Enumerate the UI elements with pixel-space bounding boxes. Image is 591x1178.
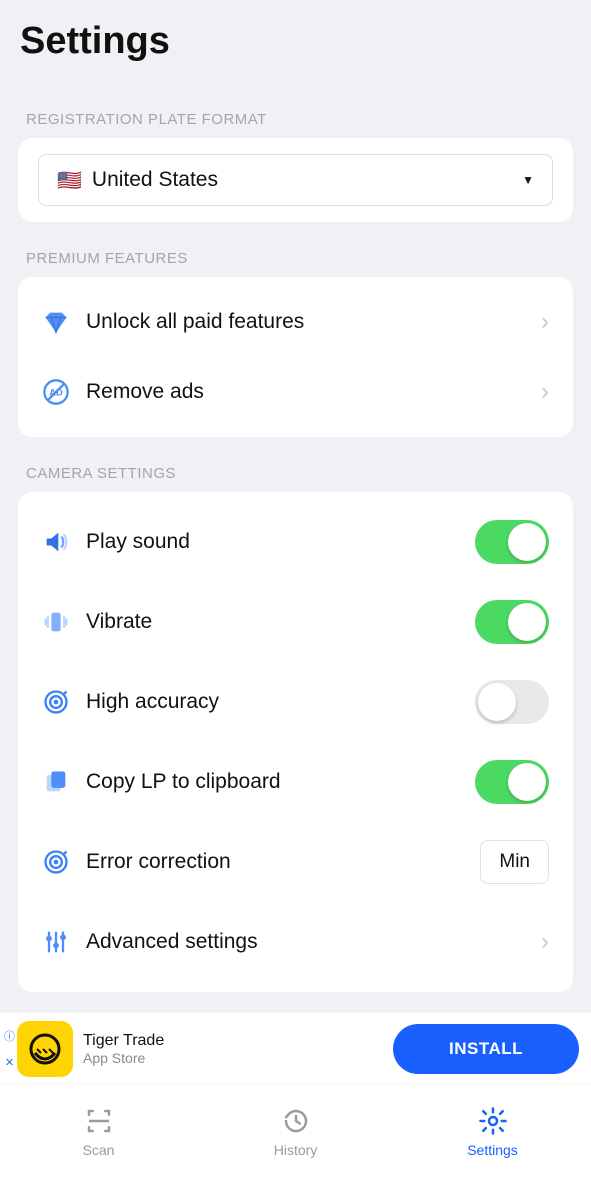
plate-format-select[interactable]: 🇺🇸 United States ▼ [38, 154, 553, 206]
row-advanced-settings[interactable]: Advanced settings › [18, 902, 573, 982]
flag-icon: 🇺🇸 [57, 168, 82, 193]
row-label: Vibrate [86, 610, 475, 634]
chevron-right-icon: › [541, 928, 549, 956]
chevron-right-icon: › [541, 378, 549, 406]
page-header: Settings [0, 0, 591, 83]
row-copy-clipboard: Copy LP to clipboard [18, 742, 573, 822]
ad-banner[interactable]: ⓘ ✕ Tiger Trade App Store INSTALL [0, 1012, 591, 1084]
sound-icon [42, 528, 86, 556]
section-label-premium: PREMIUM FEATURES [0, 222, 591, 277]
toggle-play-sound[interactable] [475, 520, 549, 564]
tab-settings[interactable]: Settings [394, 1106, 591, 1158]
scan-icon [84, 1106, 114, 1136]
dropdown-caret-icon: ▼ [522, 173, 534, 187]
plate-format-value: United States [92, 168, 218, 192]
premium-card: Unlock all paid features › AD Remove ads… [18, 277, 573, 437]
row-label: Remove ads [86, 380, 541, 404]
toggle-high-accuracy[interactable] [475, 680, 549, 724]
row-high-accuracy: High accuracy [18, 662, 573, 742]
sliders-icon [42, 928, 86, 956]
row-unlock-features[interactable]: Unlock all paid features › [18, 287, 573, 357]
diamond-icon [42, 308, 86, 336]
row-label: Play sound [86, 530, 475, 554]
plate-format-card: 🇺🇸 United States ▼ [18, 138, 573, 222]
tab-label: Scan [83, 1142, 115, 1158]
row-label: High accuracy [86, 690, 475, 714]
target-icon [42, 848, 86, 876]
history-icon [281, 1106, 311, 1136]
toggle-copy-clipboard[interactable] [475, 760, 549, 804]
row-error-correction: Error correction Min [18, 822, 573, 902]
tab-label: History [274, 1142, 318, 1158]
no-ads-icon: AD [42, 378, 86, 406]
row-label: Error correction [86, 850, 480, 874]
tab-label: Settings [467, 1142, 518, 1158]
ad-app-icon [17, 1021, 73, 1077]
row-remove-ads[interactable]: AD Remove ads › [18, 357, 573, 427]
row-vibrate: Vibrate [18, 582, 573, 662]
row-label: Unlock all paid features [86, 310, 541, 334]
camera-card: Play sound Vibrate High accuracy [18, 492, 573, 992]
error-correction-value[interactable]: Min [480, 840, 549, 884]
vibrate-icon [42, 608, 86, 636]
ad-app-source: App Store [83, 1050, 164, 1066]
row-label: Advanced settings [86, 930, 541, 954]
gear-icon [478, 1106, 508, 1136]
target-icon [42, 688, 86, 716]
tab-scan[interactable]: Scan [0, 1106, 197, 1158]
install-button[interactable]: INSTALL [393, 1024, 579, 1074]
row-play-sound: Play sound [18, 502, 573, 582]
ad-choices-icon[interactable]: ⓘ ✕ [4, 1028, 15, 1069]
clipboard-icon [42, 768, 86, 796]
tab-history[interactable]: History [197, 1106, 394, 1158]
row-label: Copy LP to clipboard [86, 770, 475, 794]
tab-bar: Scan History Settings [0, 1084, 591, 1178]
ad-app-name: Tiger Trade [83, 1032, 164, 1050]
toggle-vibrate[interactable] [475, 600, 549, 644]
chevron-right-icon: › [541, 308, 549, 336]
settings-scroll[interactable]: REGISTRATION PLATE FORMAT 🇺🇸 United Stat… [0, 83, 591, 1012]
page-title: Settings [20, 20, 571, 63]
section-label-camera: CAMERA SETTINGS [0, 437, 591, 492]
section-label-plate: REGISTRATION PLATE FORMAT [0, 83, 591, 138]
